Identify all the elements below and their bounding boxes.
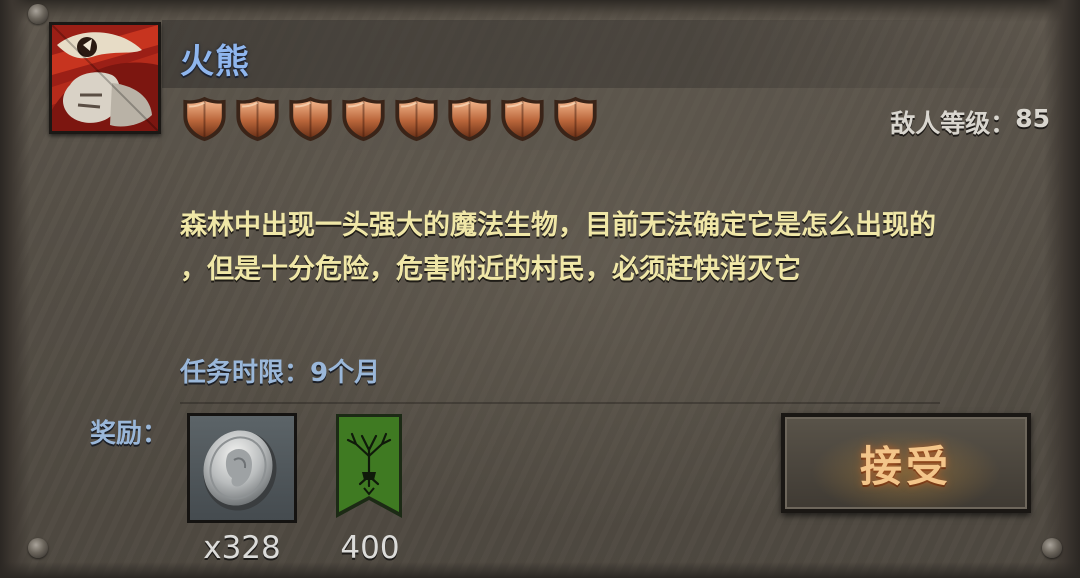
- quest-panel: 火熊 敌人等级： 85 森林中出现一头强大的魔法生物，目前无法确定它是怎么出现的…: [0, 0, 1080, 578]
- rivet-icon: [28, 538, 48, 558]
- frame-right: [1044, 0, 1080, 578]
- enemy-level-value: 85: [1015, 104, 1050, 133]
- rivet-icon: [28, 4, 48, 24]
- reward-coin[interactable]: [187, 413, 297, 523]
- frame-bottom: [0, 562, 1080, 578]
- bronze-shield-icon: [448, 96, 491, 142]
- divider: [180, 402, 940, 404]
- quest-description-line: 森林中出现一头强大的魔法生物，目前无法确定它是怎么出现的: [180, 210, 936, 241]
- accept-button-label: 接受: [859, 441, 952, 491]
- enemy-name: 火熊: [180, 42, 250, 82]
- enemy-level-label: 敌人等级：: [890, 109, 1016, 138]
- time-limit: 任务时限： 9个月: [180, 352, 380, 389]
- red-bear-portrait-icon: [52, 25, 158, 131]
- bronze-shield-icon: [501, 96, 544, 142]
- time-limit-value: 9个月: [310, 358, 381, 388]
- quest-description-line: ，但是十分危险，危害附近的村民，必须赶快消灭它: [180, 254, 801, 285]
- tree-banner-icon: [336, 414, 402, 518]
- reward-banner[interactable]: [334, 414, 404, 518]
- enemy-portrait: [49, 22, 161, 134]
- silver-coin-icon: [203, 430, 277, 511]
- frame-left: [0, 0, 30, 578]
- difficulty-shields: [180, 95, 600, 143]
- quest-description: 森林中出现一头强大的魔法生物，目前无法确定它是怎么出现的 ，但是十分危险，危害附…: [180, 204, 1030, 292]
- bronze-shield-icon: [289, 96, 332, 142]
- title-band: [162, 20, 1042, 88]
- reward-coin-count: x328: [203, 530, 281, 566]
- bronze-shield-icon: [236, 96, 279, 142]
- bronze-shield-icon: [554, 96, 597, 142]
- bronze-shield-icon: [395, 96, 438, 142]
- rewards-label: 奖励：: [90, 419, 169, 449]
- bronze-shield-icon: [342, 96, 385, 142]
- frame-top: [0, 0, 1080, 22]
- accept-button[interactable]: 接受: [781, 413, 1031, 513]
- bronze-shield-icon: [183, 96, 226, 142]
- reward-banner-count: 400: [340, 530, 400, 566]
- time-limit-label: 任务时限：: [180, 358, 311, 388]
- rivet-icon: [1042, 538, 1062, 558]
- enemy-level: 敌人等级： 85: [890, 104, 1050, 140]
